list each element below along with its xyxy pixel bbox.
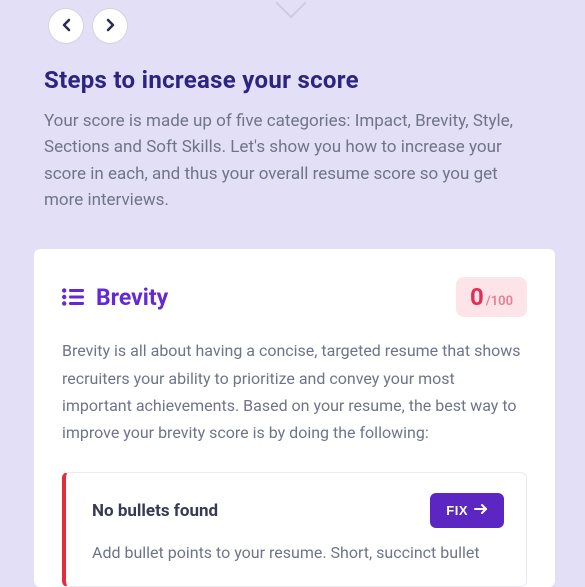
issue-header: No bullets found FIX	[92, 493, 504, 528]
card-description: Brevity is all about having a concise, t…	[62, 337, 527, 446]
fix-button[interactable]: FIX	[430, 493, 504, 528]
issue-title: No bullets found	[92, 501, 218, 521]
prev-button[interactable]	[48, 8, 84, 44]
section-description: Your score is made up of five categories…	[44, 108, 541, 213]
score-badge: 0 /100	[456, 277, 527, 317]
fix-button-label: FIX	[446, 503, 468, 518]
arrow-right-icon	[474, 503, 488, 518]
intro-section: Steps to increase your score Your score …	[0, 44, 585, 225]
score-value: 0	[470, 285, 484, 309]
card-title-wrap: Brevity	[62, 284, 168, 311]
brevity-card: Brevity 0 /100 Brevity is all about havi…	[34, 249, 555, 586]
issue-item: No bullets found FIX Add bullet points t…	[62, 472, 527, 587]
score-max: /100	[486, 294, 513, 309]
card-title: Brevity	[96, 284, 168, 311]
chevron-right-icon	[106, 18, 115, 35]
next-button[interactable]	[92, 8, 128, 44]
list-icon	[62, 288, 84, 306]
card-header: Brevity 0 /100	[62, 277, 527, 317]
section-title: Steps to increase your score	[44, 66, 541, 94]
chevron-left-icon	[62, 18, 71, 35]
